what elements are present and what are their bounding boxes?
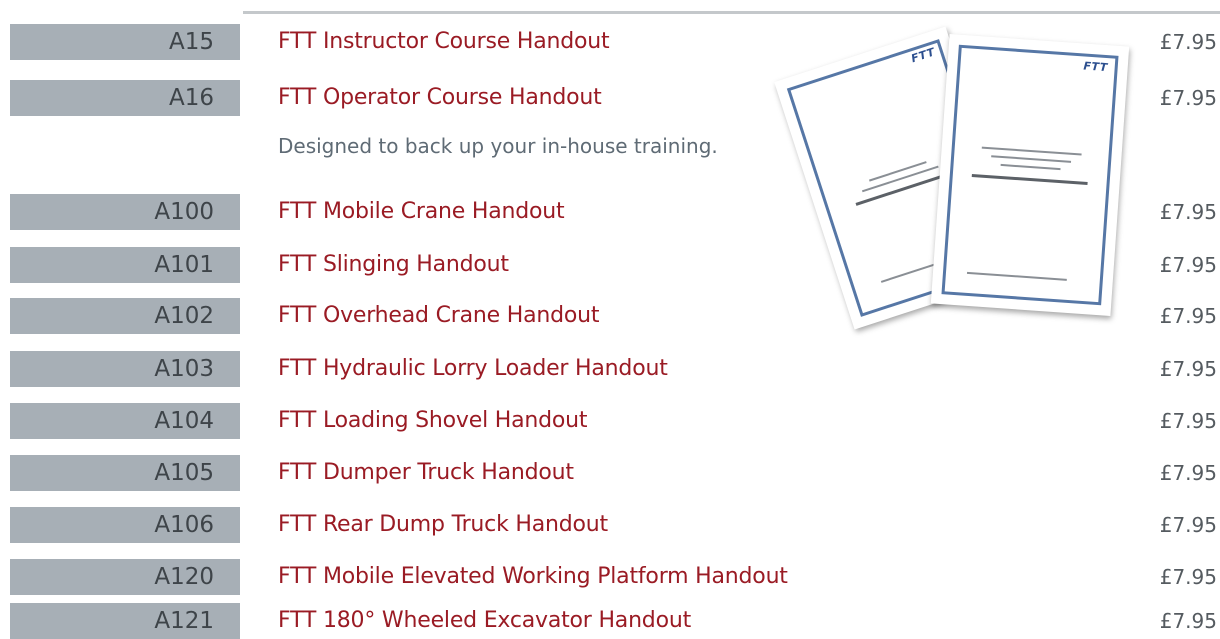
- product-code: A102: [10, 298, 240, 334]
- product-price: £7.95: [1159, 609, 1217, 633]
- product-name: FTT Rear Dump Truck Handout: [278, 512, 608, 537]
- ftt-logo-icon: FTT: [1083, 59, 1109, 75]
- product-price: £7.95: [1159, 200, 1217, 224]
- product-code: A104: [10, 403, 240, 439]
- booklet-border: [941, 44, 1119, 306]
- product-name: FTT Slinging Handout: [278, 252, 509, 277]
- product-price: £7.95: [1159, 565, 1217, 589]
- top-divider: [243, 11, 1220, 14]
- product-price: £7.95: [1159, 30, 1217, 54]
- product-code: A101: [10, 247, 240, 283]
- product-code: A100: [10, 194, 240, 230]
- product-name: FTT Mobile Crane Handout: [278, 199, 565, 224]
- product-name: FTT Overhead Crane Handout: [278, 303, 600, 328]
- product-name: FTT Operator Course Handout: [278, 85, 602, 110]
- product-price: £7.95: [1159, 461, 1217, 485]
- product-price: £7.95: [1159, 253, 1217, 277]
- description-note: Designed to back up your in-house traini…: [278, 134, 718, 158]
- product-code: A105: [10, 455, 240, 491]
- product-price: £7.95: [1159, 86, 1217, 110]
- product-code: A121: [10, 603, 240, 639]
- product-name: FTT Dumper Truck Handout: [278, 460, 574, 485]
- handout-booklet-front: FTT: [930, 34, 1130, 316]
- product-name: FTT 180° Wheeled Excavator Handout: [278, 608, 692, 633]
- product-price: £7.95: [1159, 513, 1217, 537]
- product-name: FTT Hydraulic Lorry Loader Handout: [278, 356, 668, 381]
- product-name: FTT Instructor Course Handout: [278, 29, 610, 54]
- product-price: £7.95: [1159, 357, 1217, 381]
- product-price: £7.95: [1159, 409, 1217, 433]
- product-code: A106: [10, 507, 240, 543]
- handout-booklets-image: FTT FTT: [774, 18, 1130, 348]
- product-code: A15: [10, 24, 240, 60]
- product-code: A16: [10, 80, 240, 116]
- product-name: FTT Mobile Elevated Working Platform Han…: [278, 564, 788, 589]
- product-price: £7.95: [1159, 304, 1217, 328]
- product-name: FTT Loading Shovel Handout: [278, 408, 588, 433]
- product-code: A103: [10, 351, 240, 387]
- product-code: A120: [10, 559, 240, 595]
